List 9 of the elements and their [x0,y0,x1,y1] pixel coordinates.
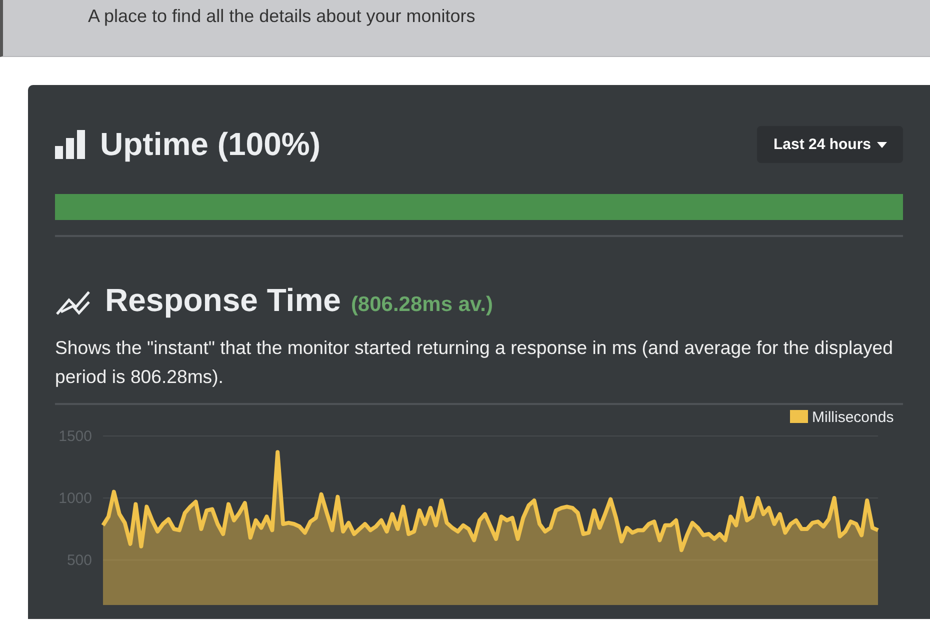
response-time-heading: Response Time [105,282,341,319]
legend-label: Milliseconds [812,409,894,426]
period-dropdown[interactable]: Last 24 hours [757,126,903,163]
caret-icon [877,142,887,148]
page-subtitle: A place to find all the details about your monitors [87,5,476,27]
bar-chart-icon [55,130,86,159]
uptime-heading: Uptime (100%) [100,126,320,163]
response-time-description: Shows the "instant" that the monitor started returning a response in ms (and average for the displayed period is 806.28ms). [55,336,894,389]
average-response-time: (806.28ms av.) [350,293,493,318]
